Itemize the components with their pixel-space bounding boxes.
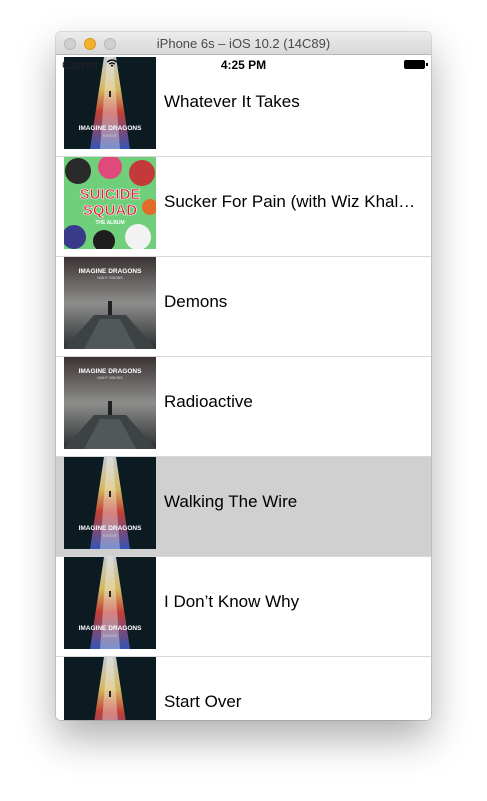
song-title: I Don’t Know Why <box>164 592 300 611</box>
song-title: Sucker For Pain (with Wiz Khalif… <box>164 192 419 211</box>
song-row[interactable]: IMAGINE DRAGONS EVOLVE I Don’t Know Why <box>56 557 431 657</box>
artwork-album-text: EVOLVE <box>103 534 118 538</box>
window-title: iPhone 6s – iOS 10.2 (14C89) <box>156 36 331 51</box>
song-row[interactable]: IMAGINE DRAGONS EVOLVE Walking The Wire <box>56 457 431 557</box>
night-visions-album-artwork: IMAGINE DRAGONS NIGHT VISIONS <box>64 257 156 349</box>
window-titlebar[interactable]: iPhone 6s – iOS 10.2 (14C89) <box>56 32 431 55</box>
battery-icon <box>404 60 428 69</box>
artwork-artist-text: IMAGINE DRAGONS <box>79 268 143 275</box>
song-row[interactable]: IMAGINE DRAGONSEVOLVE Start Over <box>56 657 431 720</box>
song-title: Whatever It Takes <box>164 92 300 111</box>
artwork-album-text: EVOLVE <box>103 134 118 138</box>
artwork-artist-text: IMAGINE DRAGONS <box>79 125 143 132</box>
suicide-squad-album-artwork: SUICIDE SQUAD THE ALBUM <box>64 157 156 249</box>
artwork-album-text: EVOLVE <box>103 634 118 638</box>
song-title: Walking The Wire <box>164 492 298 511</box>
evolve-album-artwork: IMAGINE DRAGONS EVOLVE <box>64 557 156 649</box>
song-title: Demons <box>164 292 228 311</box>
evolve-album-artwork: IMAGINE DRAGONSEVOLVE <box>64 657 156 720</box>
artwork-title-line1: SUICIDE <box>80 186 141 203</box>
artwork-album-text: NIGHT VISIONS <box>97 276 123 280</box>
song-row[interactable]: IMAGINE DRAGONS NIGHT VISIONS Demons <box>56 257 431 357</box>
artwork-title-line2: SQUAD <box>83 202 137 219</box>
artwork-title-line3: THE ALBUM <box>95 220 124 226</box>
device-screen: Carrier 4:25 PM IMAGINE DRAGONS EVOLVE Wha… <box>56 55 431 720</box>
artwork-artist-text: IMAGINE DRAGONS <box>79 625 143 632</box>
song-title: Start Over <box>164 692 242 711</box>
song-row[interactable]: SUICIDE SQUAD THE ALBUM Sucker For Pain (wi… <box>56 157 431 257</box>
status-bar: Carrier 4:25 PM <box>56 55 431 75</box>
artwork-artist-text: IMAGINE DRAGONS <box>79 525 143 532</box>
simulator-window: iPhone 6s – iOS 10.2 (14C89) Carrier 4:2… <box>56 32 431 720</box>
song-row[interactable]: IMAGINE DRAGONS NIGHT VISIONS Radioactive <box>56 357 431 457</box>
status-time: 4:25 PM <box>220 58 267 72</box>
artwork-artist-text: IMAGINE DRAGONS <box>79 368 143 375</box>
song-list[interactable]: IMAGINE DRAGONS EVOLVE Whatever It Takes SU… <box>56 57 431 720</box>
song-title: Radioactive <box>164 392 253 411</box>
evolve-album-artwork: IMAGINE DRAGONS EVOLVE <box>64 457 156 549</box>
night-visions-album-artwork: IMAGINE DRAGONS NIGHT VISIONS <box>64 357 156 449</box>
artwork-album-text: NIGHT VISIONS <box>97 376 123 380</box>
